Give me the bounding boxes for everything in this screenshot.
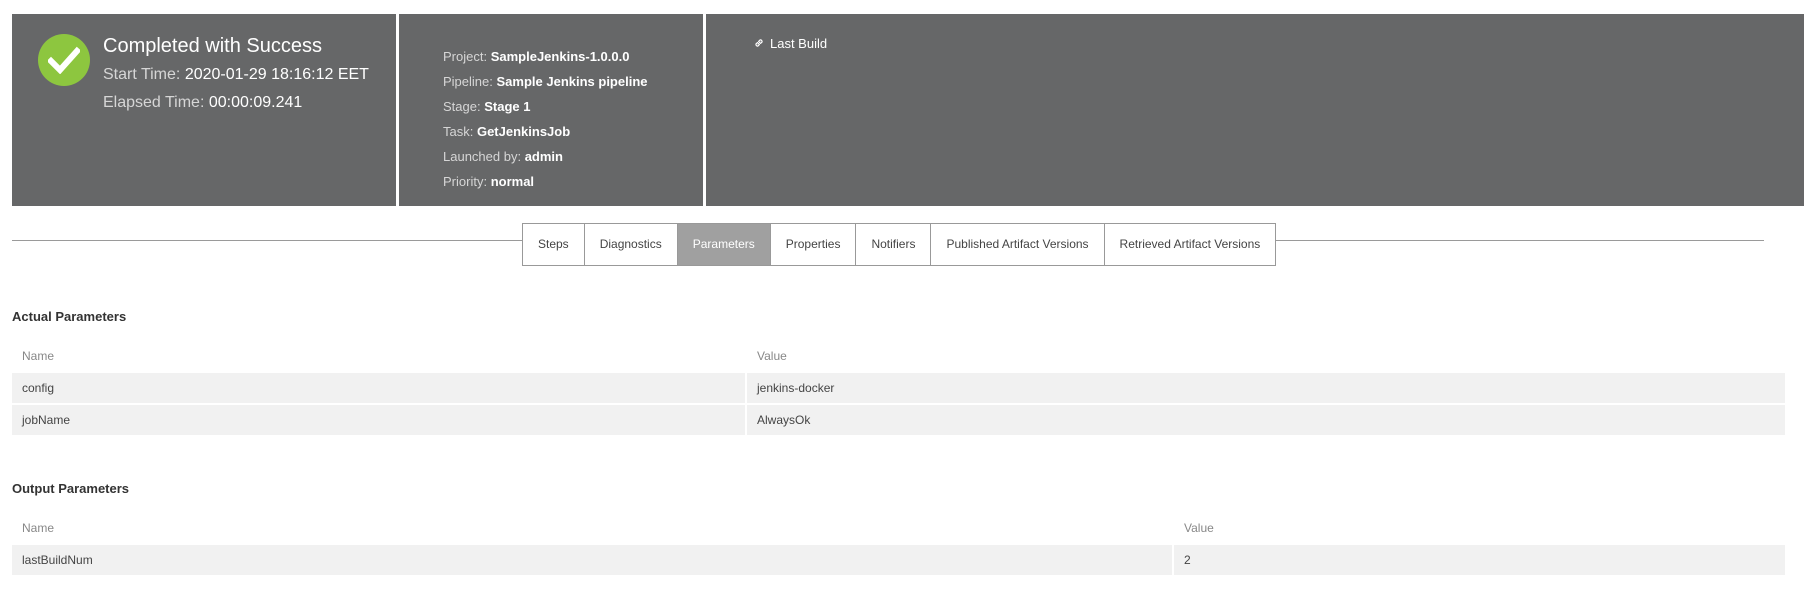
detail-label: Stage: bbox=[443, 99, 481, 114]
detail-value: normal bbox=[490, 174, 535, 189]
param-name: config bbox=[12, 373, 745, 403]
tab-notifiers[interactable]: Notifiers bbox=[855, 224, 930, 265]
detail-label: Project: bbox=[443, 49, 488, 64]
detail-value: SampleJenkins-1.0.0.0 bbox=[490, 49, 630, 64]
check-circle-icon bbox=[38, 34, 90, 86]
elapsed-time-value: 00:00:09.241 bbox=[208, 94, 303, 111]
column-header-name: Name bbox=[22, 349, 55, 363]
tab-retrieved-artifact-versions[interactable]: Retrieved Artifact Versions bbox=[1103, 224, 1276, 265]
output-parameters-title: Output Parameters bbox=[12, 481, 130, 496]
start-time: Start Time: 2020-01-29 18:16:12 EET bbox=[103, 66, 369, 84]
detail-label: Launched by: bbox=[443, 149, 522, 164]
header-divider bbox=[396, 14, 399, 206]
header-divider bbox=[703, 14, 706, 206]
detail-task: Task: GetJenkinsJob bbox=[443, 119, 648, 144]
detail-launched-by: Launched by: admin bbox=[443, 144, 648, 169]
last-build-label: Last Build bbox=[770, 36, 828, 51]
tab-properties[interactable]: Properties bbox=[769, 224, 856, 265]
run-details: Project: SampleJenkins-1.0.0.0 Pipeline:… bbox=[443, 44, 648, 194]
detail-stage: Stage: Stage 1 bbox=[443, 94, 648, 119]
tab-steps[interactable]: Steps bbox=[523, 224, 584, 265]
detail-value: GetJenkinsJob bbox=[476, 124, 571, 139]
param-value: 2 bbox=[1174, 545, 1785, 575]
table-header-row: Name Value bbox=[12, 339, 1785, 373]
detail-priority: Priority: normal bbox=[443, 169, 648, 194]
tab-published-artifact-versions[interactable]: Published Artifact Versions bbox=[930, 224, 1103, 265]
output-parameters-table: Name Value lastBuildNum 2 bbox=[12, 511, 1785, 577]
detail-value: admin bbox=[524, 149, 563, 164]
status-title: Completed with Success bbox=[103, 35, 322, 57]
detail-label: Task: bbox=[443, 124, 474, 139]
last-build-link[interactable]: Last Build bbox=[753, 36, 827, 51]
run-summary-header: Completed with Success Start Time: 2020-… bbox=[12, 14, 1804, 206]
detail-label: Priority: bbox=[443, 174, 488, 189]
column-header-name: Name bbox=[22, 521, 55, 535]
column-header-value: Value bbox=[757, 349, 787, 363]
tab-diagnostics[interactable]: Diagnostics bbox=[583, 224, 677, 265]
tab-parameters[interactable]: Parameters bbox=[676, 224, 770, 265]
actual-parameters-title: Actual Parameters bbox=[12, 309, 127, 324]
column-header-value: Value bbox=[1184, 521, 1214, 535]
param-value: AlwaysOk bbox=[747, 405, 1785, 435]
elapsed-time-label: Elapsed Time: bbox=[103, 94, 205, 111]
table-row: config jenkins-docker bbox=[12, 373, 1785, 403]
start-time-label: Start Time: bbox=[103, 66, 181, 83]
detail-value: Stage 1 bbox=[484, 99, 531, 114]
table-row: lastBuildNum 2 bbox=[12, 545, 1785, 575]
detail-pipeline: Pipeline: Sample Jenkins pipeline bbox=[443, 69, 648, 94]
table-header-row: Name Value bbox=[12, 511, 1785, 545]
detail-label: Pipeline: bbox=[443, 74, 493, 89]
actual-parameters-table: Name Value config jenkins-docker jobName… bbox=[12, 339, 1785, 437]
param-name: lastBuildNum bbox=[12, 545, 1172, 575]
param-name: jobName bbox=[12, 405, 745, 435]
link-icon bbox=[755, 39, 763, 47]
detail-project: Project: SampleJenkins-1.0.0.0 bbox=[443, 44, 648, 69]
tab-bar: Steps Diagnostics Parameters Properties … bbox=[522, 223, 1277, 266]
param-value: jenkins-docker bbox=[747, 373, 1785, 403]
table-row: jobName AlwaysOk bbox=[12, 405, 1785, 435]
start-time-value: 2020-01-29 18:16:12 EET bbox=[184, 66, 369, 83]
elapsed-time: Elapsed Time: 00:00:09.241 bbox=[103, 94, 302, 112]
detail-value: Sample Jenkins pipeline bbox=[496, 74, 648, 89]
status-panel: Completed with Success Start Time: 2020-… bbox=[12, 14, 396, 206]
